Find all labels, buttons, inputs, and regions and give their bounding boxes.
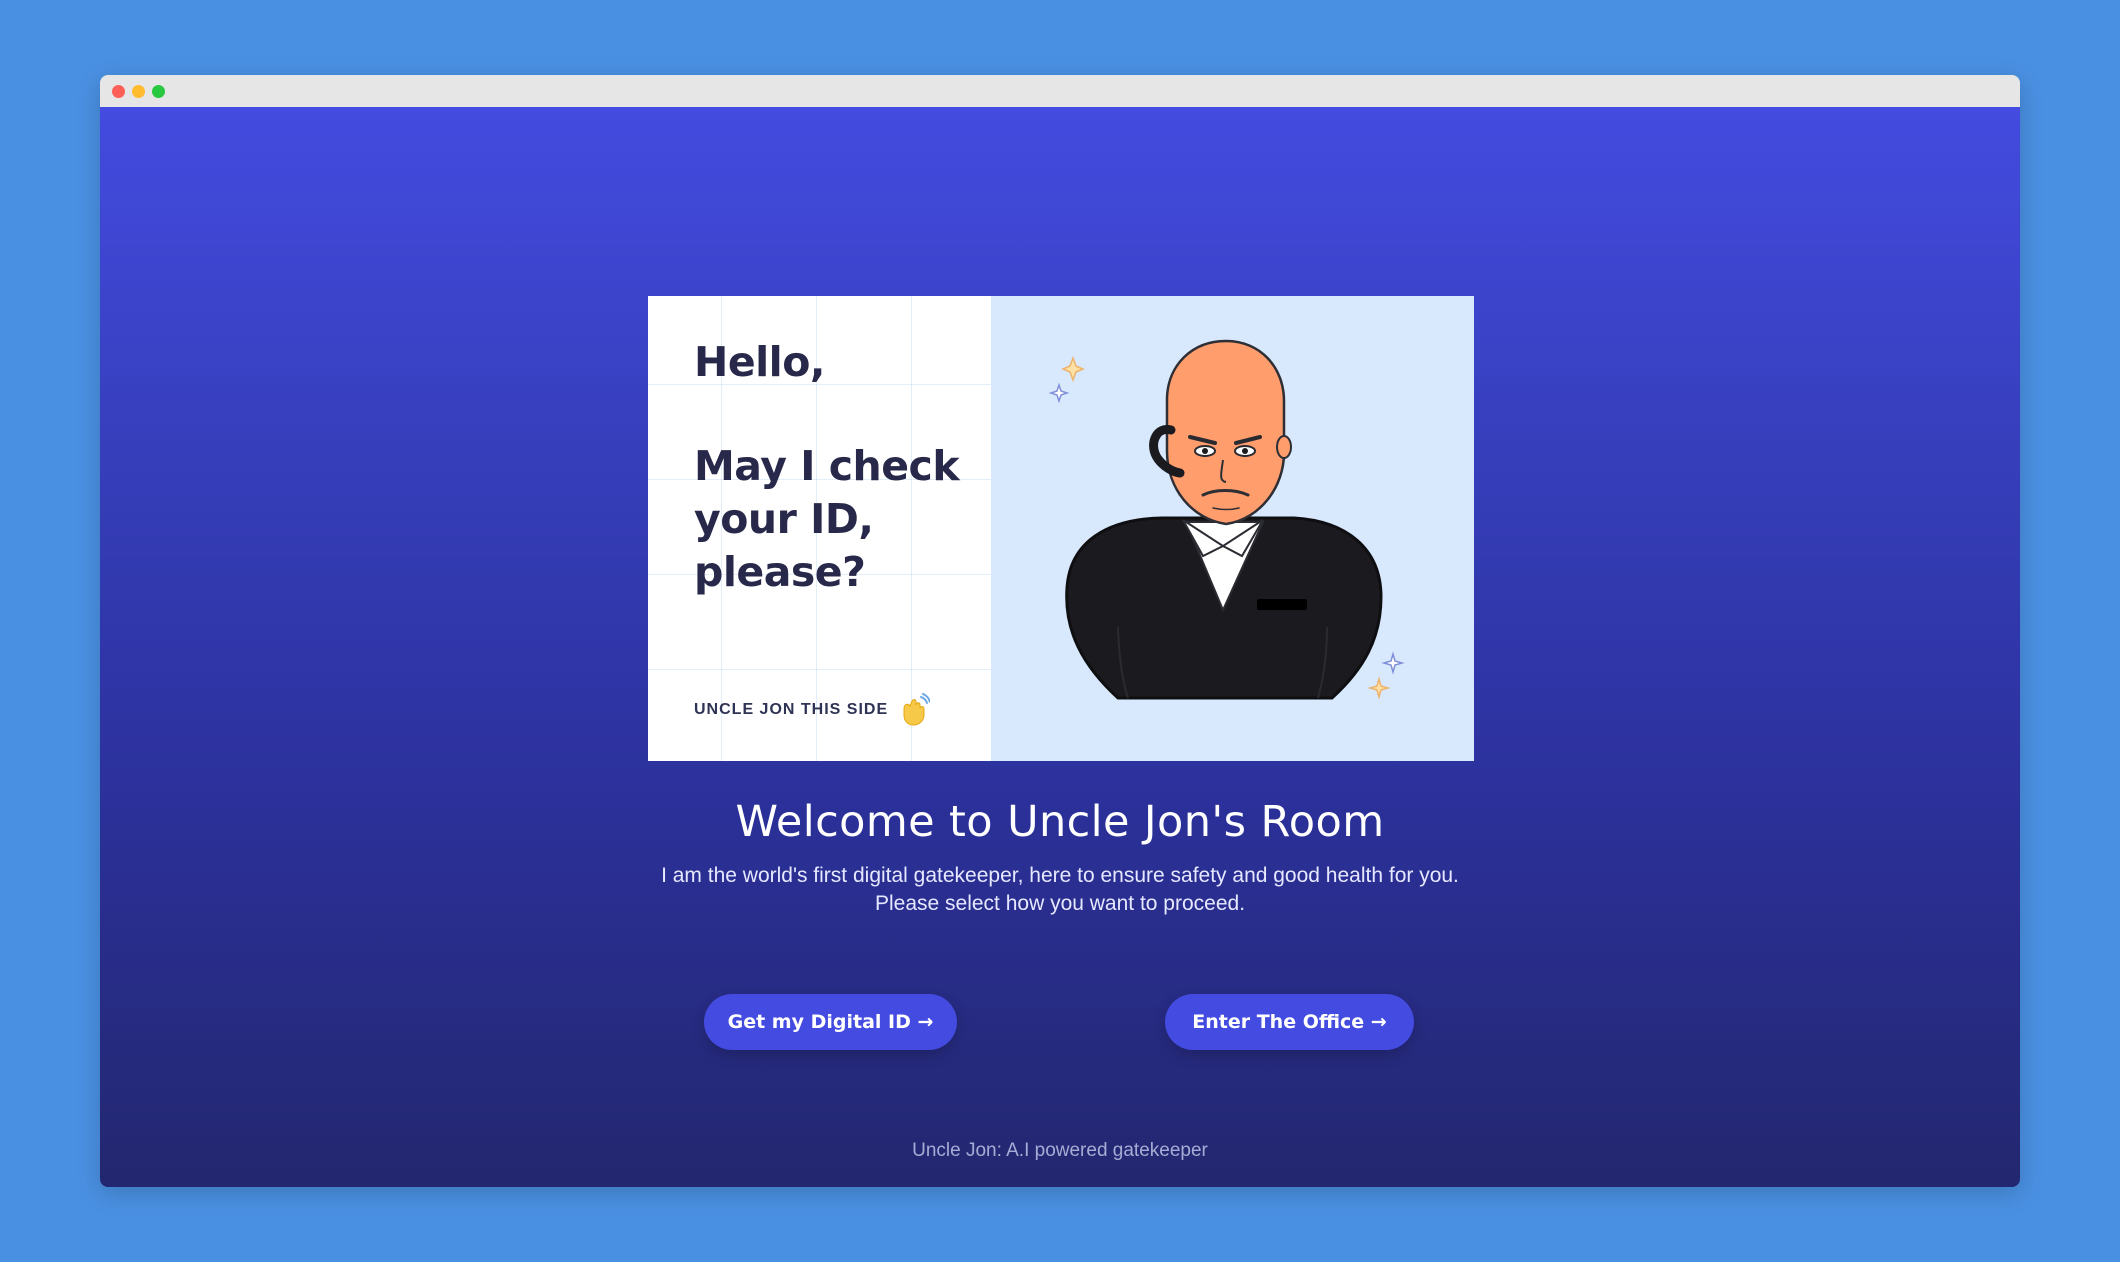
guard-head — [1149, 339, 1292, 526]
footer-text: Uncle Jon: A.I powered gatekeeper — [912, 1140, 1208, 1161]
hero-hello-text: Hello, — [694, 338, 825, 386]
page-description: I am the world's first digital gatekeepe… — [100, 862, 2020, 918]
security-guard-illustration — [1048, 339, 1405, 700]
window-titlebar — [100, 75, 2020, 107]
waving-hand-icon — [903, 693, 931, 726]
get-digital-id-button[interactable]: Get my Digital ID → — [704, 994, 957, 1050]
hero-question-text: May I check your ID, please? — [694, 442, 960, 596]
page-description-line-1: I am the world's first digital gatekeepe… — [661, 864, 1459, 887]
maximize-window-icon[interactable] — [152, 85, 165, 98]
close-window-icon[interactable] — [112, 85, 125, 98]
page-content: Hello, May I check your ID, please? UNCL… — [100, 107, 2020, 1187]
enter-office-button[interactable]: Enter The Office → — [1165, 994, 1414, 1050]
hero-card: Hello, May I check your ID, please? UNCL… — [648, 296, 1474, 761]
hero-text-panel: Hello, May I check your ID, please? UNCL… — [648, 296, 991, 761]
hero-tagline: UNCLE JON THIS SIDE — [694, 693, 931, 727]
browser-window: Hello, May I check your ID, please? UNCL… — [100, 75, 2020, 1187]
hero-greeting: Hello, May I check your ID, please? — [694, 336, 974, 599]
hero-tagline-text: UNCLE JON THIS SIDE — [694, 701, 889, 718]
page-title: Welcome to Uncle Jon's Room — [735, 797, 1385, 847]
page-description-line-2: Please select how you want to proceed. — [874, 892, 1246, 915]
guard-body — [1065, 516, 1383, 700]
security-guard-illustration-panel — [991, 296, 1474, 761]
minimize-window-icon[interactable] — [132, 85, 145, 98]
